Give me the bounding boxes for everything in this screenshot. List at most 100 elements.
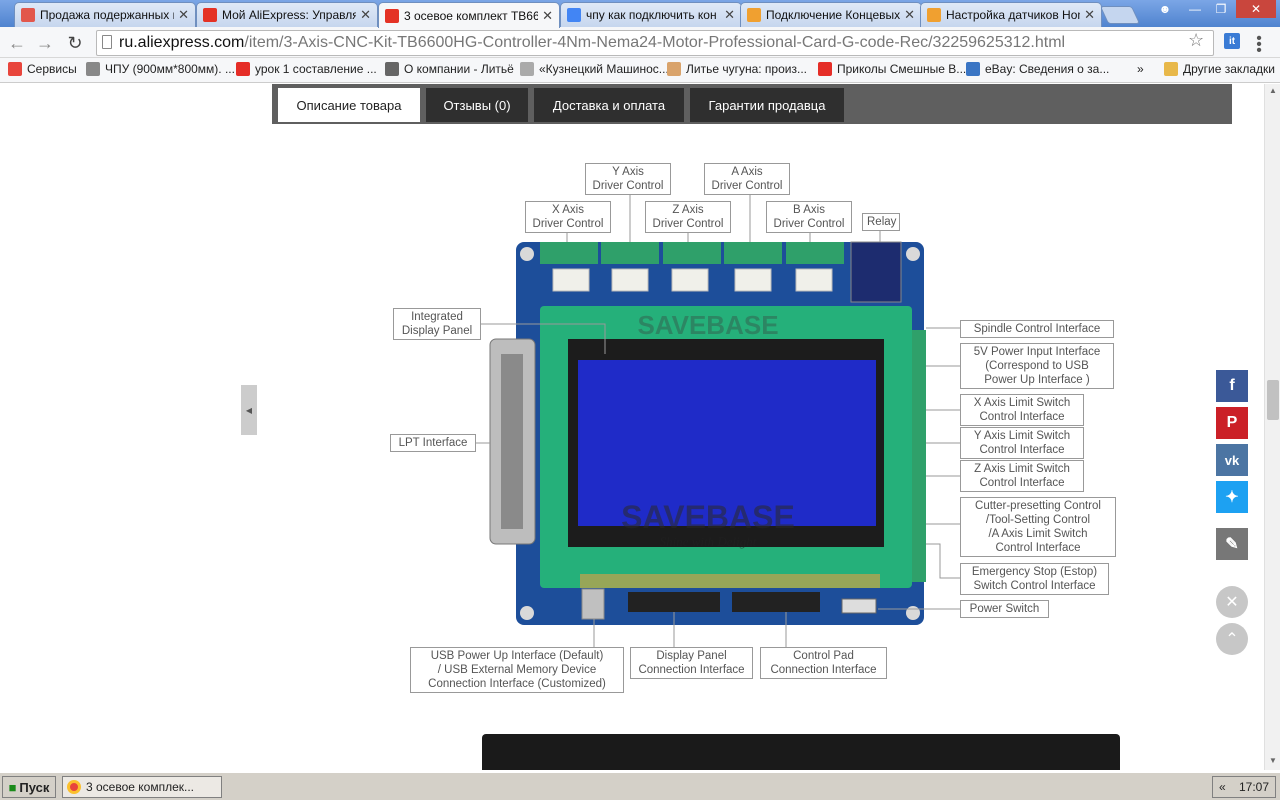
forum-icon [747,8,761,22]
clock: 17:07 [1238,780,1269,794]
bookmark-label: Приколы Смешные В... [837,62,967,76]
twitter-share-icon[interactable]: ✦ [1216,481,1248,513]
bookmark-item[interactable]: Другие закладки [1164,62,1275,76]
bookmark-item[interactable]: О компании - Литьё [385,62,514,76]
bookmark-favicon-icon [8,62,22,76]
start-button[interactable]: ■ Пуск [2,776,56,798]
scroll-top-icon[interactable]: ⌃ [1216,623,1248,655]
bookmark-label: Литье чугуна: произ... [686,62,807,76]
browser-tab[interactable]: Продажа подержанных и ✕ [14,2,196,27]
close-panel-icon[interactable]: ✕ [1216,586,1248,618]
tab-title: чпу как подключить кон [586,8,717,22]
next-product-image [482,734,1120,770]
bookmark-item[interactable]: eBay: Сведения о за... [966,62,1109,76]
label-a-axis: A Axis Driver Control [704,163,790,195]
bookmark-favicon-icon [385,62,399,76]
tab-title: Настройка датчиков Hom [946,8,1081,22]
google-icon [567,8,581,22]
relay [850,241,902,303]
bookmark-item[interactable]: ЧПУ (900мм*800мм). ... [86,62,235,76]
bookmark-favicon-icon [1164,62,1178,76]
label-display-panel: Integrated Display Panel [393,308,481,340]
bookmark-item[interactable]: «Кузнецкий Машинос... [520,62,669,76]
restore-icon[interactable]: ❐ [1208,0,1234,18]
label-estop: Emergency Stop (Estop) Switch Control In… [960,563,1109,595]
aliexpress-icon [203,8,217,22]
pinterest-share-icon[interactable]: P [1216,407,1248,439]
header-pins [580,574,880,588]
bookmark-label: » [1137,62,1144,76]
bookmark-favicon-icon [667,62,681,76]
tray-expand-icon[interactable]: « [1219,780,1226,794]
bookmark-label: Другие закладки [1183,62,1275,76]
bookmark-label: О компании - Литьё [404,62,514,76]
forward-icon[interactable]: → [34,32,56,54]
browser-toolbar: ← → ↻ ru.aliexpress.com/item/3-Axis-CNC-… [0,27,1280,59]
browser-tab[interactable]: Мой AliExpress: Управлят ✕ [196,2,378,27]
windows-logo-icon: ■ [8,779,17,795]
taskbar-app-label: 3 осевое комплек... [86,780,195,794]
address-bar[interactable]: ru.aliexpress.com/item/3-Axis-CNC-Kit-TB… [96,30,1214,56]
bookmark-item[interactable]: Литье чугуна: произ... [667,62,807,76]
url-path: /item/3-Axis-CNC-Kit-TB6600HG-Controller… [244,34,1066,51]
taskbar-app-chrome[interactable]: 3 осевое комплек... [62,776,222,798]
bookmark-item[interactable]: Приколы Смешные В... [818,62,966,76]
label-control-pad: Control Pad Connection Interface [760,647,887,679]
side-connectors [912,330,926,582]
url-host: ru.aliexpress.com [119,34,245,51]
chrome-icon [67,780,81,794]
tab-title: 3 осевое комплект TB660 [404,8,539,23]
new-tab-button[interactable] [1099,6,1141,24]
tab-title: Продажа подержанных и [40,8,175,22]
control-pad-connector [732,592,820,612]
vk-share-icon[interactable]: vk [1216,444,1248,476]
bookmark-label: eBay: Сведения о за... [985,62,1110,76]
window-close-icon[interactable]: ✕ [1236,0,1276,18]
label-power-switch: Power Switch [960,600,1049,618]
bookmark-item[interactable]: Сервисы [8,62,77,76]
tab-strip: Продажа подержанных и ✕ Мой AliExpress: Уп… [0,0,1280,28]
browser-tab[interactable]: Подключение Концевых ✕ [740,2,922,27]
bookmark-star-icon[interactable]: ☆ [1188,30,1204,51]
label-cutter-presetting: Cutter-presetting Control /Tool-Setting … [960,497,1116,557]
back-icon[interactable]: ← [6,32,28,54]
browser-tab[interactable]: 3 осевое комплект TB660 ✕ [378,2,560,28]
aliexpress-icon [385,8,399,23]
tab-close-icon[interactable]: ✕ [724,7,735,23]
bookmark-label: урок 1 составление ... [255,62,377,76]
menu-icon[interactable]: • • • [1252,31,1266,59]
tab-title: Подключение Концевых [766,8,901,22]
watermark-top: SAVEBASE [637,310,778,340]
forum-icon [927,8,941,22]
browser-tab[interactable]: Настройка датчиков Hom ✕ [920,2,1102,27]
reload-icon[interactable]: ↻ [64,32,86,54]
tab-close-icon[interactable]: ✕ [1084,7,1095,23]
scrollbar-thumb[interactable] [1267,380,1279,420]
page-scrollbar[interactable]: ▲ ▼ [1264,84,1280,770]
extension-icon[interactable]: it [1224,33,1240,49]
system-tray: « 17:07 [1212,776,1276,798]
bookmarks-bar: Сервисы ЧПУ (900мм*800мм). ... урок 1 сост… [0,58,1280,83]
label-lpt: LPT Interface [390,434,476,452]
usb-port [581,588,605,620]
edit-icon[interactable]: ✎ [1216,528,1248,560]
user-icon[interactable]: ☻ [1152,0,1178,18]
tab-close-icon[interactable]: ✕ [542,8,553,24]
tab-close-icon[interactable]: ✕ [904,7,915,23]
label-z-axis: Z Axis Driver Control [645,201,731,233]
label-spindle: Spindle Control Interface [960,320,1114,338]
bookmark-item[interactable]: урок 1 составление ... [236,62,377,76]
facebook-share-icon[interactable]: f [1216,370,1248,402]
bookmark-label: Сервисы [27,62,77,76]
tab-close-icon[interactable]: ✕ [178,7,189,23]
bookmark-item[interactable]: » [1137,62,1144,76]
label-y-axis: Y Axis Driver Control [585,163,671,195]
minimize-icon[interactable]: — [1182,0,1208,18]
bookmark-label: «Кузнецкий Машинос... [539,62,669,76]
tab-close-icon[interactable]: ✕ [360,7,371,23]
label-usb: USB Power Up Interface (Default) / USB E… [410,647,624,693]
bookmark-favicon-icon [86,62,100,76]
browser-tab[interactable]: чпу как подключить кон ✕ [560,2,742,27]
watermark: SAVEBASE [621,499,795,535]
bookmark-label: ЧПУ (900мм*800мм). ... [105,62,235,76]
